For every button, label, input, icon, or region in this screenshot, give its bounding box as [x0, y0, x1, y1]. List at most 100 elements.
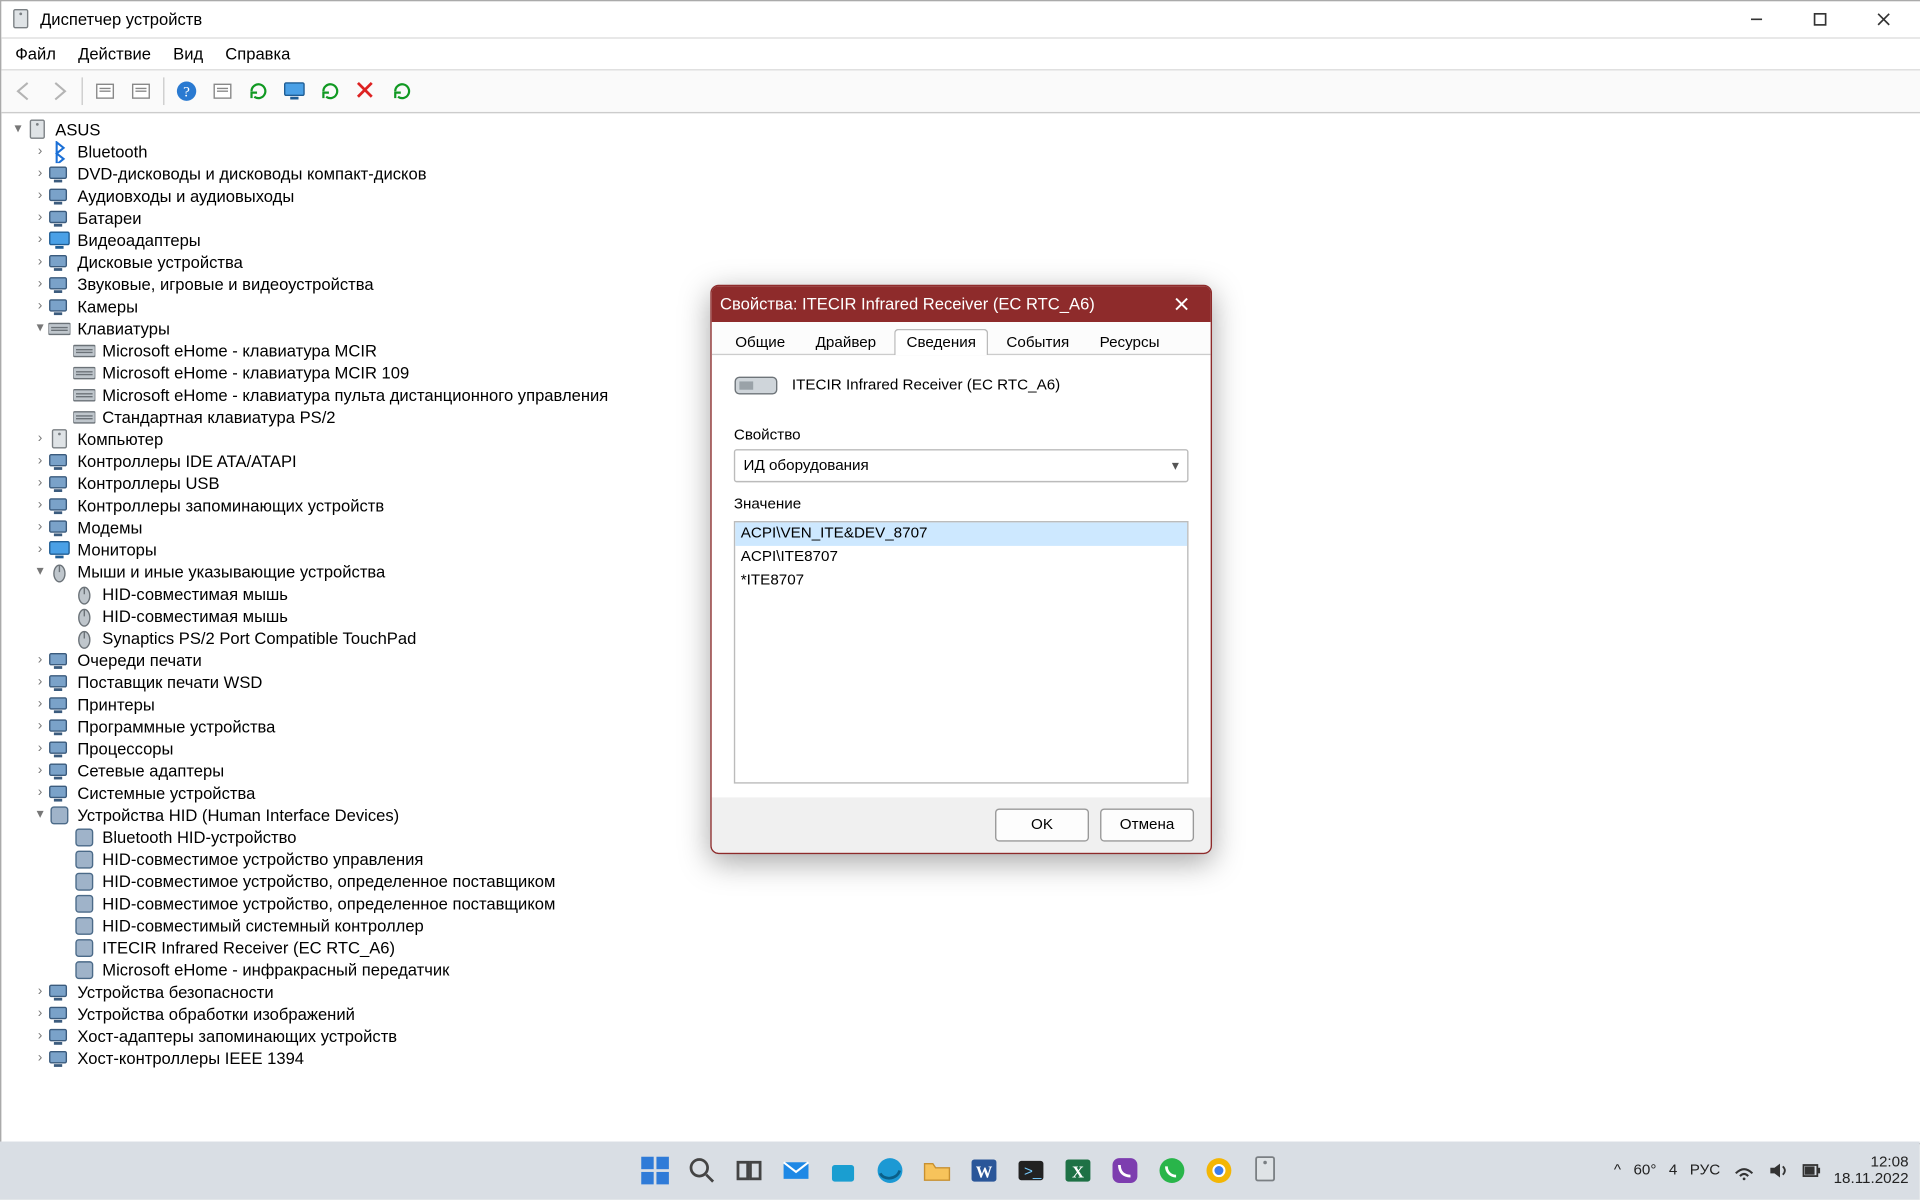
taskbar-word[interactable]: W [964, 1151, 1003, 1190]
list-item[interactable]: ACPI\VEN_ITE&DEV_8707 [735, 522, 1187, 545]
tb-action-button[interactable] [206, 75, 239, 108]
bluetooth-icon [48, 141, 70, 163]
taskbar[interactable]: W >_ X ^ 60° 4 РУС 12:08 18.11.2022 [0, 1142, 1920, 1200]
tray-lang[interactable]: РУС [1690, 1162, 1720, 1179]
tray-temp[interactable]: 60° [1633, 1162, 1656, 1179]
tree-video[interactable]: ›Видеоадаптеры [4, 229, 1915, 251]
tree-h5[interactable]: ITECIR Infrared Receiver (EC RTC_A6) [4, 937, 1915, 959]
dialog-buttons: OK Отмена [712, 797, 1211, 852]
tb-scan-button[interactable] [278, 75, 311, 108]
network-icon [48, 760, 70, 782]
tree-bluetooth[interactable]: ›Bluetooth [4, 141, 1915, 163]
store-icon [827, 1155, 857, 1185]
tree-h6[interactable]: Microsoft eHome - инфракрасный передатчи… [4, 959, 1915, 981]
tb-back-button[interactable] [7, 75, 40, 108]
taskbar-edge[interactable] [870, 1151, 909, 1190]
keyboard-icon [73, 384, 95, 406]
taskbar-mail[interactable] [776, 1151, 815, 1190]
taskbar-devmgr[interactable] [1246, 1151, 1285, 1190]
search-icon [688, 1157, 716, 1185]
properties-dialog: Свойства: ITECIR Infrared Receiver (EC R… [710, 285, 1212, 854]
taskbar-whatsapp[interactable] [1152, 1151, 1191, 1190]
mail-icon [780, 1155, 810, 1185]
taskview-button[interactable] [729, 1151, 768, 1190]
tb-help-button[interactable] [170, 75, 203, 108]
tray-clock[interactable]: 12:08 18.11.2022 [1834, 1154, 1909, 1187]
monitor-icon [283, 80, 305, 102]
firewire-icon [48, 1048, 70, 1070]
tray-time: 12:08 [1834, 1154, 1909, 1171]
window-title: Диспетчер устройств [40, 10, 202, 29]
tab-details[interactable]: Сведения [894, 329, 988, 355]
taskbar-store[interactable] [823, 1151, 862, 1190]
tree-root[interactable]: ▾ASUS [4, 119, 1915, 141]
excel-icon: X [1062, 1155, 1092, 1185]
camera-icon [48, 296, 70, 318]
tray-date: 18.11.2022 [1834, 1171, 1909, 1188]
dialog-close-button[interactable] [1161, 286, 1202, 322]
titlebar[interactable]: Диспетчер устройств [1, 1, 1920, 38]
cancel-button[interactable]: Отмена [1100, 808, 1194, 841]
menu-file[interactable]: Файл [4, 41, 67, 66]
tab-events[interactable]: События [994, 329, 1082, 355]
tab-driver[interactable]: Драйвер [803, 329, 888, 355]
tree-disk[interactable]: ›Дисковые устройства [4, 252, 1915, 274]
tree-ieee1394[interactable]: ›Хост-контроллеры IEEE 1394 [4, 1048, 1915, 1070]
tree-h2[interactable]: HID-совместимое устройство, определенное… [4, 871, 1915, 893]
property-combo[interactable]: ИД оборудования ▾ [734, 449, 1189, 482]
taskbar-terminal[interactable]: >_ [1011, 1151, 1050, 1190]
tb-properties-button[interactable] [124, 75, 157, 108]
tree-icon [94, 80, 116, 102]
hid-icon [48, 804, 70, 826]
menu-action[interactable]: Действие [67, 41, 162, 66]
tree-storagehost[interactable]: ›Хост-адаптеры запоминающих устройств [4, 1025, 1915, 1047]
search-button[interactable] [682, 1151, 721, 1190]
tree-audio[interactable]: ›Аудиовходы и аудиовыходы [4, 185, 1915, 207]
tb-scan-hardware-button[interactable] [386, 75, 419, 108]
volume-icon[interactable] [1767, 1159, 1789, 1181]
tb-enable-button[interactable] [314, 75, 347, 108]
tray-indicator[interactable]: 4 [1669, 1162, 1677, 1179]
viber-icon [1109, 1155, 1139, 1185]
tb-show-hide-tree-button[interactable] [88, 75, 121, 108]
arrow-right-icon [48, 80, 70, 102]
battery-icon[interactable] [1802, 1159, 1821, 1181]
taskbar-excel[interactable]: X [1058, 1151, 1097, 1190]
device-icon [734, 369, 778, 402]
uninstall-icon [355, 80, 377, 102]
mouse-icon [73, 627, 95, 649]
tree-dvd[interactable]: ›DVD-дисководы и дисководы компакт-диско… [4, 163, 1915, 185]
tab-resources[interactable]: Ресурсы [1087, 329, 1172, 355]
list-item[interactable]: *ITE8707 [735, 569, 1187, 592]
ok-button[interactable]: OK [995, 808, 1089, 841]
maximize-button[interactable] [1788, 1, 1852, 37]
hid-icon [73, 849, 95, 871]
tb-forward-button[interactable] [43, 75, 76, 108]
close-button[interactable] [1852, 1, 1916, 37]
tb-update-driver-button[interactable] [242, 75, 275, 108]
tree-imaging[interactable]: ›Устройства обработки изображений [4, 1003, 1915, 1025]
tb-uninstall-button[interactable] [350, 75, 383, 108]
dialog-titlebar[interactable]: Свойства: ITECIR Infrared Receiver (EC R… [712, 286, 1211, 322]
taskbar-chrome[interactable] [1199, 1151, 1238, 1190]
start-button[interactable] [635, 1151, 674, 1190]
tree-security[interactable]: ›Устройства безопасности [4, 981, 1915, 1003]
list-item[interactable]: ACPI\ITE8707 [735, 546, 1187, 569]
value-listbox[interactable]: ACPI\VEN_ITE&DEV_8707 ACPI\ITE8707 *ITE8… [734, 521, 1189, 784]
device-name: ITECIR Infrared Receiver (EC RTC_A6) [792, 377, 1060, 394]
tree-h4[interactable]: HID-совместимый системный контроллер [4, 915, 1915, 937]
tab-general[interactable]: Общие [723, 329, 798, 355]
tree-root-label: ASUS [53, 119, 104, 141]
menu-view[interactable]: Вид [162, 41, 214, 66]
minimize-button[interactable] [1725, 1, 1789, 37]
taskbar-explorer[interactable] [917, 1151, 956, 1190]
tray-chevron[interactable]: ^ [1614, 1162, 1621, 1179]
value-label: Значение [734, 496, 1189, 513]
tree-battery[interactable]: ›Батареи [4, 207, 1915, 229]
taskbar-viber[interactable] [1105, 1151, 1144, 1190]
wifi-icon[interactable] [1733, 1159, 1755, 1181]
menu-help[interactable]: Справка [214, 41, 301, 66]
hid-icon [73, 871, 95, 893]
tree-h3[interactable]: HID-совместимое устройство, определенное… [4, 893, 1915, 915]
mouse-icon [73, 583, 95, 605]
